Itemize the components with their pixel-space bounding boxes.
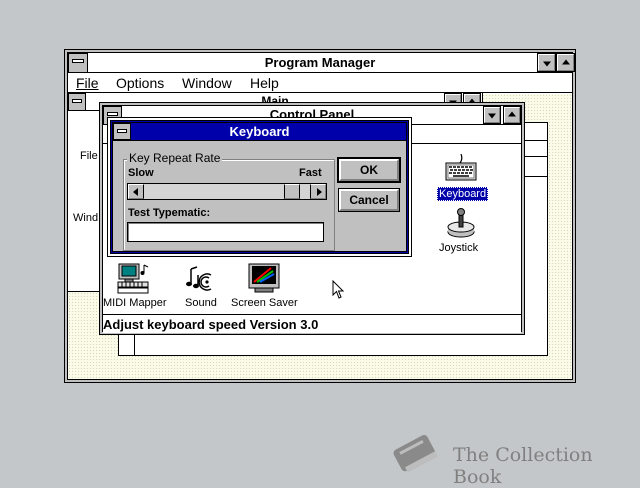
- midi-mapper-applet[interactable]: MIDI Mapper: [103, 263, 169, 311]
- book-logo-icon: [393, 435, 438, 473]
- fast-label: Fast: [299, 167, 322, 179]
- main-group-side-label-file: File: [80, 150, 98, 162]
- test-typematic-label: Test Typematic:: [128, 207, 211, 219]
- screen-saver-label: Screen Saver: [231, 297, 298, 309]
- program-manager-minimize-button[interactable]: [538, 54, 555, 71]
- keyboard-dialog-title: Keyboard: [229, 124, 290, 139]
- test-typematic-input[interactable]: [127, 222, 324, 242]
- mouse-pointer-icon: [332, 280, 345, 299]
- control-panel-minimize-button[interactable]: [484, 107, 500, 123]
- slow-label: Slow: [128, 167, 154, 179]
- main-group-side-label-wind: Wind: [73, 212, 99, 224]
- control-panel-status-bar: Adjust keyboard speed Version 3.0: [103, 314, 521, 333]
- menu-help[interactable]: Help: [250, 75, 279, 91]
- slider-left-arrow-button[interactable]: [128, 184, 144, 199]
- keyboard-applet[interactable]: Keyboard: [433, 154, 489, 202]
- menu-window[interactable]: Window: [182, 75, 232, 91]
- program-manager-maximize-button[interactable]: [557, 54, 574, 71]
- left-arrow-icon: [133, 188, 138, 196]
- cancel-label: Cancel: [349, 193, 389, 207]
- screen-saver-icon: [248, 263, 280, 293]
- sound-icon: [186, 266, 212, 291]
- midi-mapper-icon: [117, 263, 149, 294]
- joystick-applet[interactable]: Joystick: [433, 208, 489, 256]
- repeat-rate-slider[interactable]: [127, 183, 327, 200]
- main-group-system-menu-icon[interactable]: [68, 93, 86, 111]
- keyboard-dialog-title-bar[interactable]: Keyboard: [113, 123, 406, 140]
- ok-label: OK: [360, 163, 378, 177]
- sound-label: Sound: [185, 297, 217, 309]
- keyboard-dialog: Keyboard Key Repeat Rate Slow Fast Test …: [107, 117, 412, 257]
- ok-button[interactable]: OK: [337, 157, 401, 183]
- screen-saver-applet[interactable]: Screen Saver: [229, 263, 299, 311]
- midi-mapper-label: MIDI Mapper: [103, 297, 167, 309]
- joystick-icon: [447, 208, 475, 238]
- program-manager-title: Program Manager: [264, 55, 376, 70]
- joystick-label: Joystick: [439, 242, 479, 254]
- slider-thumb[interactable]: [283, 184, 300, 199]
- program-manager-menu-bar: File Options Window Help: [68, 73, 572, 93]
- sound-applet[interactable]: Sound: [177, 263, 225, 311]
- watermark-text: The Collection Book: [453, 444, 593, 488]
- program-manager-system-menu-icon[interactable]: [68, 53, 88, 73]
- right-arrow-icon: [317, 188, 322, 196]
- menu-file[interactable]: File: [76, 75, 99, 91]
- key-repeat-rate-label: Key Repeat Rate: [127, 151, 223, 165]
- program-manager-title-bar[interactable]: Program Manager: [68, 53, 572, 73]
- slider-right-arrow-button[interactable]: [310, 184, 326, 199]
- menu-options[interactable]: Options: [116, 75, 164, 91]
- keyboard-dialog-system-menu-icon[interactable]: [113, 123, 131, 140]
- cancel-button[interactable]: Cancel: [338, 188, 400, 212]
- keyboard-icon: [445, 154, 477, 181]
- keyboard-label: Keyboard: [437, 187, 489, 201]
- status-text: Adjust keyboard speed Version 3.0: [103, 317, 319, 332]
- control-panel-maximize-button[interactable]: [504, 107, 520, 123]
